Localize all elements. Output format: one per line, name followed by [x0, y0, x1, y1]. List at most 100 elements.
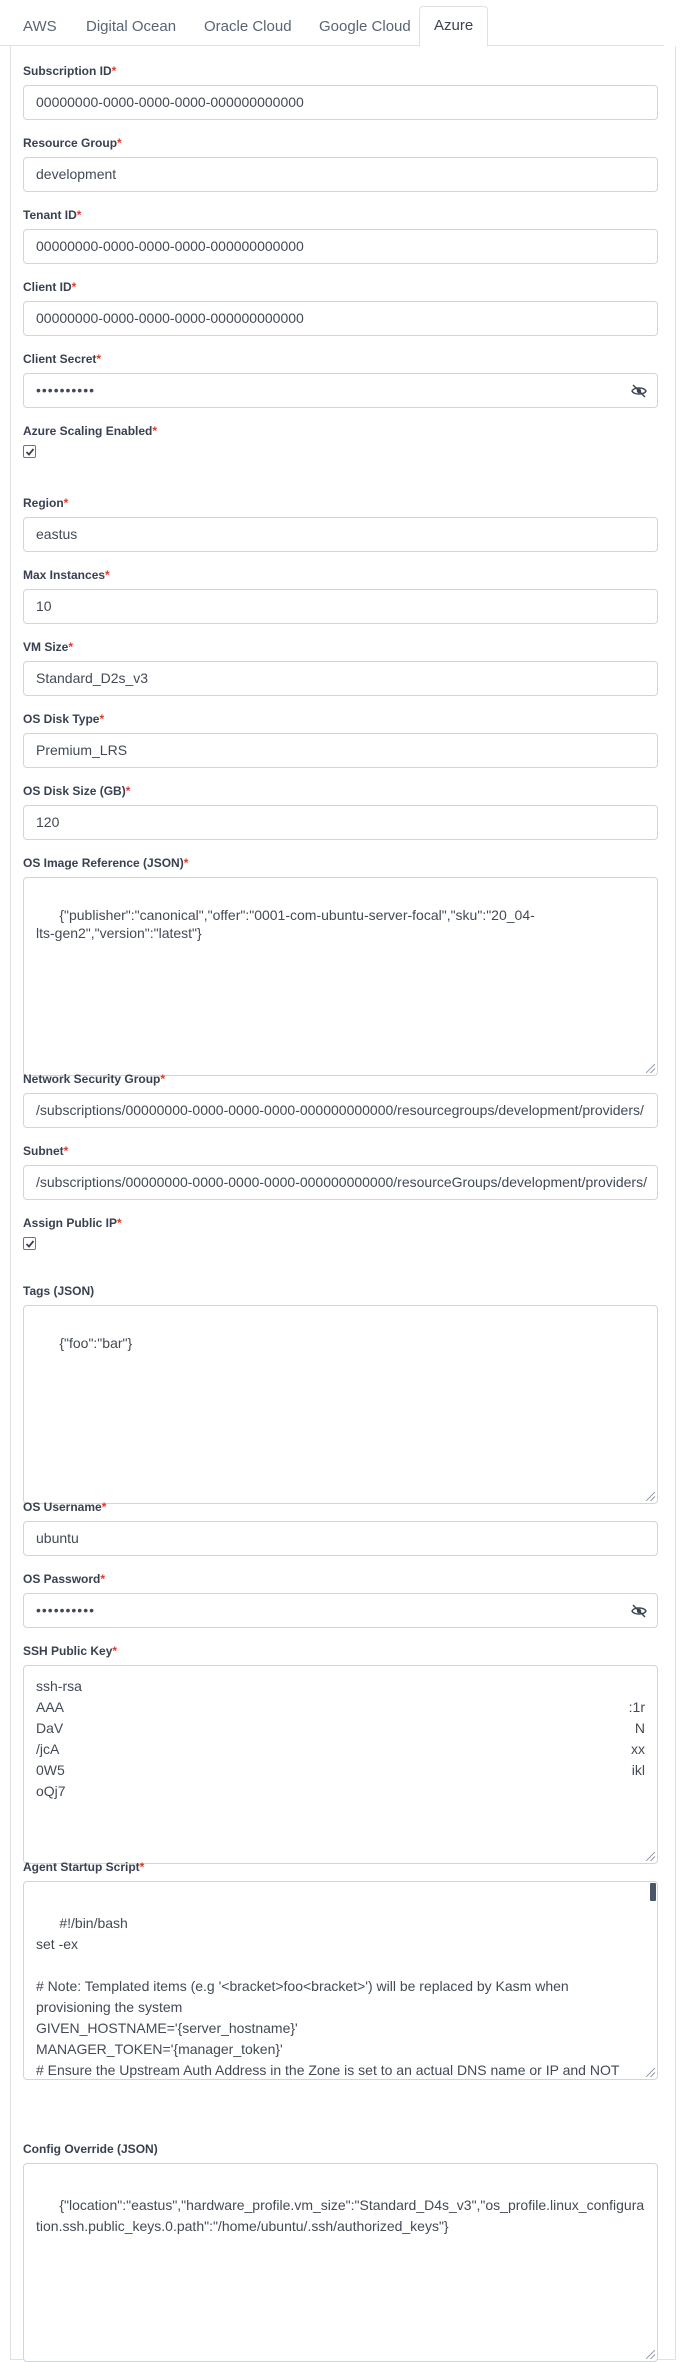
- agent-startup-script-label: Agent Startup Script: [23, 1860, 140, 1874]
- required-mark: *: [63, 496, 69, 510]
- os-disk-size-field: OS Disk Size (GB)* 120: [23, 783, 658, 840]
- network-security-group-label: Network Security Group: [23, 1072, 161, 1086]
- subscription-id-label: Subscription ID: [23, 64, 112, 78]
- resource-group-field: Resource Group* development: [23, 135, 658, 192]
- client-secret-field: Client Secret* ••••••••••: [23, 351, 658, 408]
- tags-label: Tags (JSON): [23, 1284, 95, 1298]
- ssh-public-key-label: SSH Public Key: [23, 1644, 113, 1658]
- os-disk-size-input[interactable]: 120: [23, 805, 658, 840]
- os-password-input[interactable]: ••••••••••: [23, 1593, 658, 1628]
- required-mark: *: [152, 424, 158, 438]
- vm-size-label: VM Size: [23, 640, 69, 654]
- tab-oracle-cloud[interactable]: Oracle Cloud: [190, 10, 306, 46]
- subnet-label: Subnet: [23, 1144, 64, 1158]
- max-instances-input[interactable]: 10: [23, 589, 658, 624]
- subscription-id-field: Subscription ID* 00000000-0000-0000-0000…: [23, 63, 658, 120]
- config-override-value: {"location":"eastus","hardware_profile.v…: [36, 2197, 645, 2234]
- os-username-field: OS Username* ubuntu: [23, 1499, 658, 1556]
- client-secret-value: ••••••••••: [36, 382, 96, 398]
- tab-digital-ocean[interactable]: Digital Ocean: [72, 10, 190, 46]
- required-mark: *: [63, 1144, 69, 1158]
- assign-public-ip-field: Assign Public IP*: [23, 1215, 658, 1250]
- ssh-key-line-start: /jcA: [36, 1741, 60, 1757]
- tab-azure[interactable]: Azure: [419, 6, 489, 47]
- resource-group-label: Resource Group: [23, 136, 118, 150]
- ssh-key-line-end: ikl: [631, 1762, 645, 1778]
- agent-startup-script-field: Agent Startup Script* #!/bin/bash set -e…: [23, 1859, 658, 2080]
- check-icon: [25, 1240, 35, 1248]
- tenant-id-input[interactable]: 00000000-0000-0000-0000-000000000000: [23, 229, 658, 264]
- os-password-field: OS Password* ••••••••••: [23, 1571, 658, 1628]
- required-mark: *: [105, 568, 110, 582]
- os-disk-size-label: OS Disk Size (GB): [23, 784, 126, 798]
- max-instances-field: Max Instances* 10: [23, 567, 658, 624]
- required-mark: *: [183, 856, 189, 870]
- client-id-field: Client ID* 00000000-0000-0000-0000-00000…: [23, 279, 658, 336]
- check-icon: [25, 448, 35, 456]
- os-password-label: OS Password: [23, 1572, 101, 1586]
- vm-size-field: VM Size* Standard_D2s_v3: [23, 639, 658, 696]
- required-mark: *: [100, 1572, 106, 1586]
- eye-slash-icon[interactable]: [631, 383, 647, 399]
- scrollbar-thumb[interactable]: [650, 1883, 656, 1901]
- eye-slash-icon[interactable]: [631, 1603, 647, 1619]
- os-username-input[interactable]: ubuntu: [23, 1521, 658, 1556]
- subscription-id-input[interactable]: 00000000-0000-0000-0000-000000000000: [23, 85, 658, 120]
- azure-scaling-enabled-label: Azure Scaling Enabled: [23, 424, 153, 438]
- required-mark: *: [101, 1500, 107, 1514]
- required-mark: *: [76, 208, 82, 222]
- client-id-input[interactable]: 00000000-0000-0000-0000-000000000000: [23, 301, 658, 336]
- required-mark: *: [160, 1072, 166, 1086]
- client-secret-input[interactable]: ••••••••••: [23, 373, 658, 408]
- os-image-reference-value: {"publisher":"canonical","offer":"0001-c…: [36, 907, 535, 941]
- tab-aws[interactable]: AWS: [9, 10, 71, 46]
- required-mark: *: [96, 352, 102, 366]
- tab-google-cloud[interactable]: Google Cloud: [305, 10, 425, 46]
- ssh-key-line-start: 0W5: [36, 1762, 65, 1778]
- agent-startup-script-textarea[interactable]: #!/bin/bash set -ex # Note: Templated it…: [23, 1881, 658, 2080]
- tags-value: {"foo":"bar"}: [59, 1335, 133, 1351]
- assign-public-ip-label: Assign Public IP: [23, 1216, 118, 1230]
- network-security-group-field: Network Security Group* /subscriptions/0…: [23, 1071, 658, 1128]
- os-image-reference-textarea[interactable]: {"publisher":"canonical","offer":"0001-c…: [23, 877, 658, 1076]
- ssh-key-line: 0W5 ikl: [36, 1760, 645, 1781]
- ssh-key-line: oQj7: [36, 1781, 645, 1802]
- ssh-public-key-textarea[interactable]: ssh-rsa AAA:1r DaV N /jcA xx 0W5 ikl oQj7: [23, 1665, 658, 1864]
- ssh-key-line-end: xx: [631, 1741, 645, 1757]
- max-instances-label: Max Instances: [23, 568, 106, 582]
- resize-handle[interactable]: [646, 2068, 655, 2077]
- os-disk-type-input[interactable]: Premium_LRS: [23, 733, 658, 768]
- required-mark: *: [117, 1216, 122, 1230]
- ssh-key-line: /jcA xx: [36, 1739, 645, 1760]
- azure-scaling-enabled-checkbox[interactable]: [23, 445, 36, 458]
- tags-field: Tags (JSON) {"foo":"bar"}: [23, 1283, 658, 1504]
- tags-textarea[interactable]: {"foo":"bar"}: [23, 1305, 658, 1504]
- required-mark: *: [139, 1860, 145, 1874]
- resize-handle[interactable]: [646, 2350, 655, 2359]
- required-mark: *: [68, 640, 74, 654]
- ssh-key-line-start: DaV: [36, 1720, 64, 1736]
- ssh-key-line-end: N: [634, 1720, 645, 1736]
- azure-scaling-enabled-field: Azure Scaling Enabled*: [23, 423, 658, 458]
- os-disk-type-label: OS Disk Type: [23, 712, 100, 726]
- os-disk-type-field: OS Disk Type* Premium_LRS: [23, 711, 658, 768]
- resource-group-input[interactable]: development: [23, 157, 658, 192]
- assign-public-ip-checkbox[interactable]: [23, 1237, 36, 1250]
- os-password-value: ••••••••••: [36, 1602, 96, 1618]
- required-mark: *: [112, 1644, 118, 1658]
- network-security-group-input[interactable]: /subscriptions/00000000-0000-0000-0000-0…: [23, 1093, 658, 1128]
- required-mark: *: [125, 784, 131, 798]
- os-username-label: OS Username: [23, 1500, 102, 1514]
- ssh-key-line: ssh-rsa: [36, 1676, 645, 1697]
- config-override-field: Config Override (JSON) {"location":"east…: [23, 2141, 658, 2362]
- ssh-key-line: DaV N: [36, 1718, 645, 1739]
- required-mark: *: [117, 136, 122, 150]
- azure-settings-panel: Subscription ID * 00000000-0000-0000-0000…: [10, 46, 676, 2362]
- subnet-input[interactable]: /subscriptions/00000000-0000-0000-0000-0…: [23, 1165, 658, 1200]
- client-secret-label: Client Secret: [23, 352, 97, 366]
- agent-startup-script-value: #!/bin/bash set -ex # Note: Templated it…: [36, 1915, 620, 2078]
- config-override-textarea[interactable]: {"location":"eastus","hardware_profile.v…: [23, 2163, 658, 2362]
- required-mark: *: [99, 712, 105, 726]
- region-input[interactable]: eastus: [23, 517, 658, 552]
- vm-size-input[interactable]: Standard_D2s_v3: [23, 661, 658, 696]
